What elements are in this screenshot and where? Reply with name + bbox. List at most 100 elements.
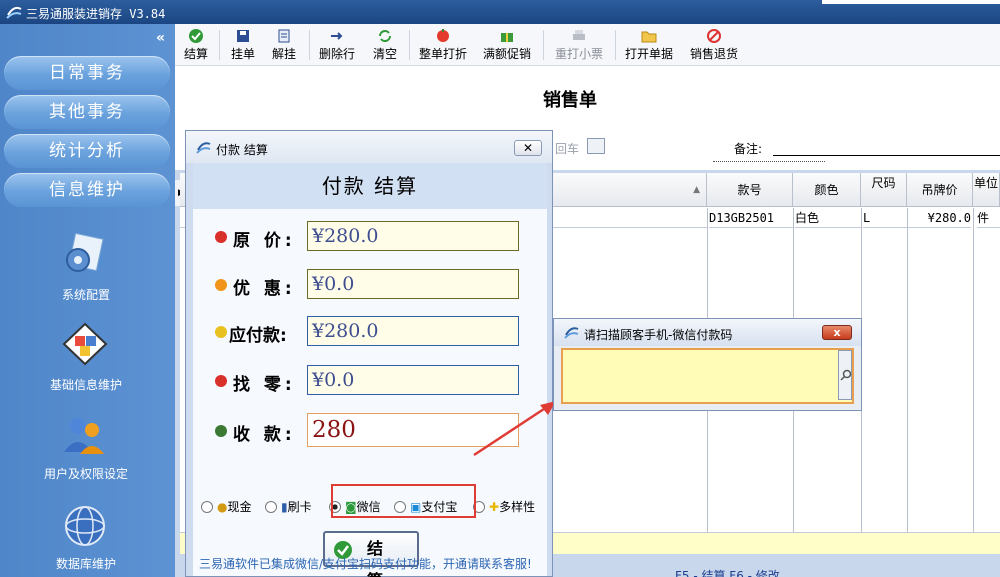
amount-due-label: 应付款: (229, 326, 287, 346)
change-label: 找 零: (233, 375, 296, 395)
toolbar-open-document-button[interactable]: 打开单据 (623, 26, 675, 64)
plus-icon: ✚ (489, 500, 500, 514)
magnifier-icon (840, 369, 852, 381)
menu-statistics[interactable]: 统计分析 (4, 134, 170, 168)
toolbar-open-document-label: 打开单据 (624, 47, 673, 61)
toolbar-sales-return-button[interactable]: 销售退货 (687, 26, 741, 64)
toolbar-promotion-button[interactable]: 满额促销 (481, 26, 533, 64)
discount-icon (437, 29, 449, 42)
globe-database-icon[interactable] (58, 500, 112, 554)
collapse-sidebar-icon[interactable]: « (156, 30, 165, 46)
toolbar-separator (409, 30, 410, 60)
sidebar-item-users-permissions[interactable]: 用户及权限设定 (0, 465, 172, 482)
menu-other-affairs[interactable]: 其他事务 (4, 95, 170, 129)
grid-header-unit[interactable]: 单位 (973, 173, 1000, 207)
change-dot-icon (215, 375, 227, 387)
users-icon[interactable] (58, 410, 112, 464)
grid-line (907, 208, 908, 538)
cell-style-no[interactable]: D13GB2501 (709, 208, 793, 228)
toolbar-unhang-button[interactable]: 解挂 (268, 26, 300, 64)
pay-method-card[interactable]: ▮刷卡 (265, 499, 312, 515)
enter-toggle-icon[interactable] (587, 138, 605, 154)
cell-unit[interactable]: 件 (977, 208, 1000, 228)
app-logo-icon (196, 142, 211, 154)
toolbar-delete-row-label: 删除行 (318, 47, 355, 61)
toolbar-delete-row-button[interactable]: 删除行 (317, 26, 357, 64)
amount-due-field[interactable]: ¥280.0 (307, 316, 519, 346)
discount-field[interactable]: ¥0.0 (307, 269, 519, 299)
pay-method-multiple-label: 多样性 (499, 500, 536, 514)
payment-dialog-body: 付款 结算 原 价: ¥280.0 优 惠: ¥0.0 应付款: ¥280.0 … (193, 163, 547, 577)
sidebar-item-system-config[interactable]: 系统配置 (0, 286, 172, 303)
title-bar: 三易通服装进销存 V3.84 (0, 0, 1000, 24)
discount-label: 优 惠: (233, 279, 296, 299)
original-price-label: 原 价: (233, 231, 296, 251)
pay-method-cash[interactable]: ●现金 (201, 499, 252, 515)
toolbar-discount-label: 整单打折 (418, 47, 467, 61)
printer-icon (573, 30, 585, 40)
unhang-icon (278, 29, 290, 43)
toolbar-hang-label: 挂单 (230, 47, 255, 61)
grid-header-color[interactable]: 颜色 (793, 173, 861, 207)
toolbar: 结算 挂单 解挂 删除行 清空 整单打折 满额促销 重打小票 打开单据 销售退货 (175, 24, 1000, 66)
payment-dialog: 付款 结算 ✕ 付款 结算 原 价: ¥280.0 优 惠: ¥0.0 应付款:… (185, 130, 553, 577)
toolbar-separator (219, 30, 220, 60)
toolbar-hang-button[interactable]: 挂单 (227, 26, 259, 64)
payment-dialog-caption: 付款 结算 (216, 143, 268, 157)
menu-daily-affairs[interactable]: 日常事务 (4, 56, 170, 90)
pay-method-card-label: 刷卡 (287, 500, 312, 514)
close-icon[interactable]: x (822, 325, 852, 340)
gift-icon (501, 33, 513, 42)
toolbar-settle-button[interactable]: 结算 (180, 26, 212, 64)
toolbar-reprint-button[interactable]: 重打小票 (553, 26, 605, 64)
grid-header-tag-price[interactable]: 吊牌价 (907, 173, 973, 207)
settings-icon[interactable] (58, 228, 112, 282)
grid-header-size[interactable]: 尺码 (861, 173, 907, 207)
card-icon: ▮ (281, 500, 288, 514)
close-icon[interactable]: ✕ (514, 140, 542, 156)
cell-size[interactable]: L (863, 208, 907, 228)
payment-dialog-titlebar[interactable]: 付款 结算 ✕ (186, 131, 552, 163)
change-field[interactable]: ¥0.0 (307, 365, 519, 395)
sidebar: « 日常事务 其他事务 统计分析 信息维护 系统配置 基础信息维护 用户及权限设… (0, 24, 175, 577)
folder-icon (641, 31, 657, 43)
cell-tag-price[interactable]: ¥280.0 (907, 208, 971, 228)
payment-footnote: 三易通软件已集成微信/支付宝扫码支付功能，开通请联系客服! (199, 557, 532, 571)
payment-heading: 付款 结算 (193, 163, 547, 209)
toolbar-settle-label: 结算 (183, 47, 208, 61)
cubes-icon[interactable] (58, 320, 112, 374)
sidebar-item-database[interactable]: 数据库维护 (0, 555, 172, 572)
toolbar-clear-button[interactable]: 清空 (369, 26, 401, 64)
note-input[interactable] (773, 155, 1000, 156)
scan-dialog-titlebar[interactable]: 请扫描顾客手机-微信付款码 x (554, 319, 861, 346)
original-price-dot-icon (215, 231, 227, 243)
coins-icon: ● (217, 500, 228, 514)
amount-due-dot-icon (215, 326, 227, 338)
check-icon (189, 29, 203, 43)
radio-button[interactable] (265, 501, 277, 513)
scan-lookup-button[interactable] (838, 350, 852, 400)
pay-method-multiple[interactable]: ✚多样性 (473, 499, 535, 515)
payment-method-highlight (331, 484, 476, 518)
toolbar-reprint-label: 重打小票 (554, 47, 603, 61)
enter-label: 回车 (555, 142, 580, 156)
scan-code-input[interactable] (561, 348, 854, 404)
pay-method-cash-label: 现金 (227, 500, 252, 514)
toolbar-sales-return-label: 销售退货 (689, 47, 738, 61)
sidebar-item-basic-info[interactable]: 基础信息维护 (0, 376, 172, 393)
cell-color[interactable]: 白色 (795, 208, 861, 228)
radio-button[interactable] (201, 501, 213, 513)
original-price-field[interactable]: ¥280.0 (307, 221, 519, 251)
menu-info-maintenance[interactable]: 信息维护 (4, 173, 170, 207)
scan-dialog-caption: 请扫描顾客手机-微信付款码 (584, 328, 733, 342)
toolbar-discount-button[interactable]: 整单打折 (417, 26, 469, 64)
toolbar-clear-label: 清空 (372, 47, 397, 61)
refresh-icon (379, 30, 391, 42)
window-title: 三易通服装进销存 V3.84 (26, 7, 166, 21)
toolbar-separator (309, 30, 310, 60)
title-bar-right-area (822, 0, 1000, 4)
toolbar-promotion-label: 满额促销 (482, 47, 531, 61)
grid-header-style-no[interactable]: 款号 (707, 173, 793, 207)
app-logo-icon (564, 327, 579, 339)
save-icon (237, 30, 249, 42)
